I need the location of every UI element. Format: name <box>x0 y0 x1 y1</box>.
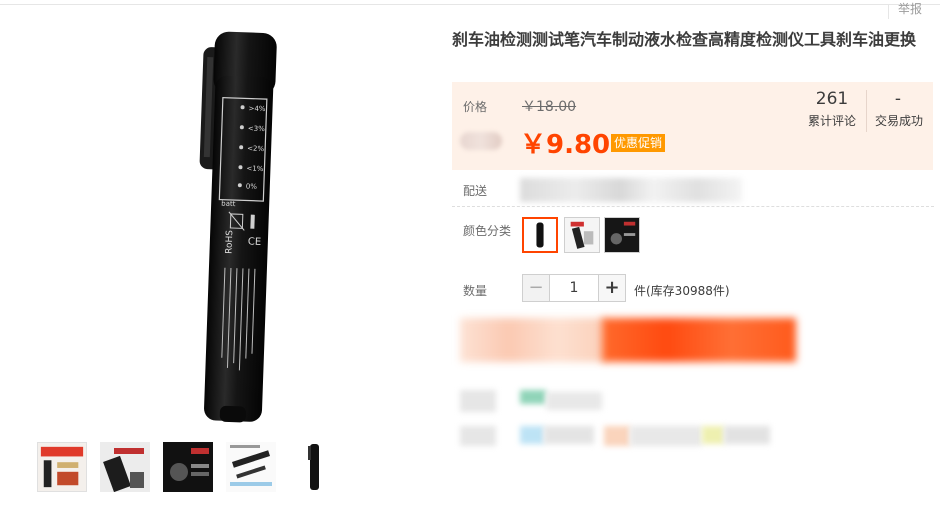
guarantee-text-3-blurred <box>724 426 770 444</box>
original-price: ￥18.00 <box>522 99 577 115</box>
product-title: 刹车油检测测试笔汽车制动液水检查高精度检测仪工具刹车油更换 <box>452 30 917 49</box>
quantity-label: 数量 <box>463 284 488 298</box>
buy-now-button[interactable] <box>460 318 606 362</box>
stock-info: 件(库存30988件) <box>634 284 730 298</box>
svg-text:0%: 0% <box>246 182 258 190</box>
svg-text:<2%: <2% <box>247 144 265 153</box>
guarantee-text-2-blurred <box>630 426 702 446</box>
pen-closeup-thumb-icon <box>100 442 150 492</box>
reviews-label[interactable]: 累计评论 <box>806 112 858 129</box>
pen-front-icon <box>524 219 556 251</box>
guarantee-text-1-blurred <box>544 426 594 444</box>
color-option-3[interactable] <box>604 217 640 253</box>
guarantee-badge-3-blurred <box>702 426 724 444</box>
add-to-cart-button[interactable] <box>602 318 796 362</box>
pen-thumb-icon <box>289 442 339 492</box>
gallery-thumb-4[interactable] <box>226 442 276 492</box>
delivery-location-blurred[interactable] <box>520 178 742 202</box>
color-option-1[interactable] <box>522 217 558 253</box>
guarantee-badge-1-blurred <box>520 426 544 444</box>
poster-thumb-icon <box>38 443 86 491</box>
section-divider <box>452 206 934 208</box>
report-link[interactable]: 举报 <box>898 0 922 17</box>
service-badge-blurred <box>520 390 546 404</box>
service-label-blurred <box>460 390 496 412</box>
pen-box-icon <box>605 218 639 252</box>
promo-price: ￥9.80 <box>520 130 611 160</box>
reviews-count[interactable]: 261 <box>806 89 858 109</box>
pen-package-icon <box>565 218 599 252</box>
guarantee-label-blurred <box>460 426 496 446</box>
delivery-label: 配送 <box>463 184 488 198</box>
svg-text:>4%: >4% <box>248 105 266 114</box>
guarantee-badge-2-blurred <box>604 426 630 446</box>
color-option-2[interactable] <box>564 217 600 253</box>
quantity-increase-button[interactable]: + <box>598 274 626 302</box>
main-product-image: >4% <3% <2% <1% 0% batt RoHS CE <box>12 18 432 436</box>
svg-text:batt: batt <box>221 200 236 209</box>
product-detail-thumb-icon <box>226 442 276 492</box>
price-label: 价格 <box>463 100 488 114</box>
promo-label-blurred <box>460 132 502 150</box>
gallery-thumb-5[interactable] <box>289 442 339 492</box>
svg-text:<1%: <1% <box>246 164 264 173</box>
svg-text:<3%: <3% <box>248 124 266 133</box>
deals-label: 交易成功 <box>874 114 923 128</box>
quantity-decrease-button[interactable]: − <box>522 274 550 302</box>
svg-text:RoHS: RoHS <box>224 230 235 254</box>
gallery-thumb-2[interactable] <box>100 442 150 492</box>
quantity-input[interactable]: 1 <box>549 274 599 302</box>
deals-count: - <box>894 89 902 109</box>
dark-box-thumb-icon <box>163 442 213 492</box>
gallery-thumb-1[interactable] <box>37 442 87 492</box>
stats-separator <box>866 90 867 132</box>
svg-text:CE: CE <box>248 237 262 248</box>
top-divider <box>0 4 940 5</box>
promo-tag: 优惠促销 <box>611 134 666 152</box>
service-text-blurred <box>546 392 602 410</box>
report-separator <box>888 5 889 19</box>
gallery-thumb-3[interactable] <box>163 442 213 492</box>
color-label: 颜色分类 <box>463 224 512 238</box>
